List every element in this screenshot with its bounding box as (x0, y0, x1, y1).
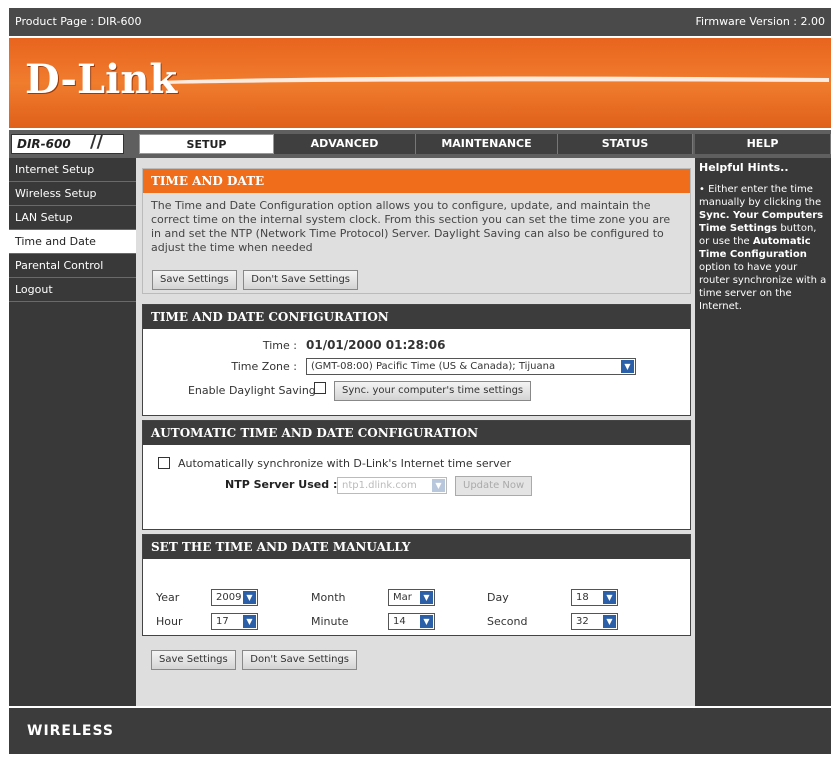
time-zone-select[interactable]: (GMT-08:00) Pacific Time (US & Canada); … (306, 358, 636, 375)
second-select[interactable]: 32 ▼ (571, 613, 618, 630)
wireless-label: WIRELESS (27, 723, 115, 739)
router-admin-page: Product Page : DIR-600 Firmware Version … (9, 8, 831, 754)
intro-title: TIME AND DATE (143, 169, 690, 193)
chevron-down-icon: ▼ (432, 479, 445, 492)
sidebar-item-lan-setup[interactable]: LAN Setup (9, 206, 136, 230)
chevron-down-icon: ▼ (243, 591, 256, 604)
chevron-down-icon: ▼ (603, 591, 616, 604)
intro-section: TIME AND DATE The Time and Date Configur… (142, 168, 691, 294)
product-page-label: Product Page : DIR-600 (15, 15, 142, 28)
top-bar: Product Page : DIR-600 Firmware Version … (9, 8, 831, 36)
help-panel: Helpful Hints.. • Either enter the time … (695, 158, 831, 706)
bottom-button-bar: Save Settings Don't Save Settings (151, 650, 357, 670)
hint-text-3: option to have your router synchronize w… (699, 262, 827, 312)
month-label: Month (311, 591, 346, 604)
daylight-saving-label: Enable Daylight Saving : (187, 384, 323, 397)
ntp-server-select[interactable]: ntp1.dlink.com ▼ (337, 477, 447, 494)
auto-sync-checkbox[interactable] (158, 457, 170, 469)
sidebar-item-internet-setup[interactable]: Internet Setup (9, 158, 136, 182)
config-title: TIME AND DATE CONFIGURATION (143, 305, 690, 329)
time-label: Time : (262, 339, 297, 352)
month-select[interactable]: Mar ▼ (388, 589, 435, 606)
hour-label: Hour (156, 615, 183, 628)
config-section: TIME AND DATE CONFIGURATION Time : 01/01… (142, 304, 691, 416)
tab-help[interactable]: HELP (695, 134, 831, 154)
tab-setup[interactable]: SETUP (139, 134, 274, 154)
hour-select[interactable]: 17 ▼ (211, 613, 258, 630)
dont-save-settings-button-bottom[interactable]: Don't Save Settings (242, 650, 357, 670)
sidebar-item-time-and-date[interactable]: Time and Date (9, 230, 136, 254)
year-label: Year (156, 591, 180, 604)
minute-value: 14 (393, 616, 406, 627)
sidebar-item-wireless-setup[interactable]: Wireless Setup (9, 182, 136, 206)
helpful-hints-text: • Either enter the time manually by clic… (695, 177, 831, 313)
chevron-down-icon: ▼ (420, 591, 433, 604)
chevron-down-icon: ▼ (243, 615, 256, 628)
dont-save-settings-button[interactable]: Don't Save Settings (243, 270, 358, 290)
hour-value: 17 (216, 616, 229, 627)
sidebar-item-parental-control[interactable]: Parental Control (9, 254, 136, 278)
model-name: DIR-600 (17, 137, 71, 151)
chevron-down-icon: ▼ (621, 360, 634, 373)
manual-time-section: SET THE TIME AND DATE MANUALLY Year 2009… (142, 534, 691, 636)
save-settings-button-bottom[interactable]: Save Settings (151, 650, 236, 670)
daylight-saving-checkbox[interactable] (314, 382, 326, 394)
hint-text-1: Either enter the time manually by clicki… (699, 184, 822, 208)
time-value: 01/01/2000 01:28:06 (306, 338, 446, 352)
auto-config-section: AUTOMATIC TIME AND DATE CONFIGURATION Au… (142, 420, 691, 530)
ntp-server-label: NTP Server Used : (225, 478, 338, 491)
tab-status[interactable]: STATUS (558, 134, 693, 154)
helpful-hints-title: Helpful Hints.. (699, 161, 789, 174)
chevron-down-icon: ▼ (420, 615, 433, 628)
logo-swoosh-icon (159, 76, 829, 84)
second-value: 32 (576, 616, 589, 627)
save-settings-button[interactable]: Save Settings (152, 270, 237, 290)
model-badge: DIR-600 // (11, 131, 124, 154)
day-label: Day (487, 591, 509, 604)
sidebar: Internet Setup Wireless Setup LAN Setup … (9, 158, 136, 706)
footer-bar: WIRELESS (9, 706, 831, 754)
manual-time-title: SET THE TIME AND DATE MANUALLY (143, 535, 690, 559)
brand-banner: D-Link (9, 36, 831, 130)
intro-description: The Time and Date Configuration option a… (151, 199, 671, 254)
minute-select[interactable]: 14 ▼ (388, 613, 435, 630)
time-zone-label: Time Zone : (231, 360, 297, 373)
model-slashes: // (90, 131, 104, 152)
auto-config-title: AUTOMATIC TIME AND DATE CONFIGURATION (143, 421, 690, 445)
sidebar-item-logout[interactable]: Logout (9, 278, 136, 302)
main-content: TIME AND DATE The Time and Date Configur… (136, 158, 695, 706)
time-zone-value: (GMT-08:00) Pacific Time (US & Canada); … (311, 361, 556, 372)
tab-maintenance[interactable]: MAINTENANCE (416, 134, 558, 154)
year-value: 2009 (216, 592, 242, 603)
day-value: 18 (576, 592, 589, 603)
nav-row: DIR-600 // SETUP ADVANCED MAINTENANCE ST… (9, 130, 831, 158)
second-label: Second (487, 615, 528, 628)
sync-computer-time-button[interactable]: Sync. your computer's time settings (334, 381, 532, 401)
ntp-server-value: ntp1.dlink.com (342, 480, 417, 491)
dlink-logo: D-Link (25, 56, 178, 103)
day-select[interactable]: 18 ▼ (571, 589, 618, 606)
firmware-version-label: Firmware Version : 2.00 (695, 15, 825, 28)
year-select[interactable]: 2009 ▼ (211, 589, 258, 606)
auto-sync-label: Automatically synchronize with D-Link's … (178, 457, 511, 470)
chevron-down-icon: ▼ (603, 615, 616, 628)
minute-label: Minute (311, 615, 349, 628)
tab-advanced[interactable]: ADVANCED (274, 134, 416, 154)
update-now-button[interactable]: Update Now (455, 476, 533, 496)
month-value: Mar (393, 592, 412, 603)
